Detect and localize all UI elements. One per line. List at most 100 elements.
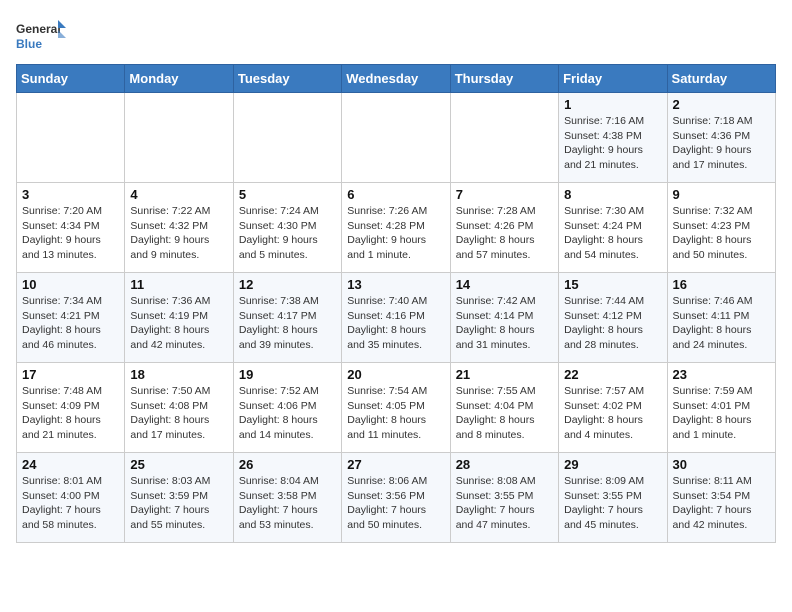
day-cell: 20Sunrise: 7:54 AM Sunset: 4:05 PM Dayli… [342,363,450,453]
day-number: 29 [564,457,661,472]
day-cell: 13 Sunrise: 7:40 AM Sunset: 4:16 PM Dayli… [342,273,450,363]
day-info: Sunrise: 7:26 AM Sunset: 4:28 PM Dayligh… [347,204,444,263]
day-cell: 22 Sunrise: 7:57 AM Sunset: 4:02 PM Dayli… [559,363,667,453]
svg-text:General: General [16,22,61,36]
day-info: Sunrise: 8:01 AM Sunset: 4:00 PM Dayligh… [22,474,119,533]
day-info: Sunrise: 7:57 AM Sunset: 4:02 PM Dayligh… [564,384,661,443]
day-number: 16 [673,277,770,292]
day-cell: 16 Sunrise: 7:46 AM Sunset: 4:11 PM Dayli… [667,273,775,363]
header-cell-saturday: Saturday [667,65,775,93]
day-cell: 2 Sunrise: 7:18 AM Sunset: 4:36 PM Daylig… [667,93,775,183]
day-number: 15 [564,277,661,292]
header-cell-wednesday: Wednesday [342,65,450,93]
day-number: 2 [673,97,770,112]
week-row-4: 24 Sunrise: 8:01 AM Sunset: 4:00 PM Dayli… [17,453,776,543]
day-info: Sunrise: 7:46 AM Sunset: 4:11 PM Dayligh… [673,294,770,353]
header-cell-monday: Monday [125,65,233,93]
day-info: Sunrise: 8:09 AM Sunset: 3:55 PM Dayligh… [564,474,661,533]
day-cell: 23 Sunrise: 7:59 AM Sunset: 4:01 PM Dayli… [667,363,775,453]
day-number: 12 [239,277,336,292]
day-number: 18 [130,367,227,382]
day-number: 23 [673,367,770,382]
day-number: 11 [130,277,227,292]
day-number: 27 [347,457,444,472]
day-number: 22 [564,367,661,382]
day-number: 8 [564,187,661,202]
day-number: 19 [239,367,336,382]
day-number: 7 [456,187,553,202]
day-number: 3 [22,187,119,202]
day-cell: 14 Sunrise: 7:42 AM Sunset: 4:14 PM Dayli… [450,273,558,363]
day-number: 4 [130,187,227,202]
day-number: 10 [22,277,119,292]
day-cell: 25 Sunrise: 8:03 AM Sunset: 3:59 PM Dayli… [125,453,233,543]
logo: General Blue [16,16,66,56]
day-cell: 21Sunrise: 7:55 AM Sunset: 4:04 PM Dayli… [450,363,558,453]
day-number: 24 [22,457,119,472]
day-info: Sunrise: 7:40 AM Sunset: 4:16 PM Dayligh… [347,294,444,353]
day-cell: 17 Sunrise: 7:48 AM Sunset: 4:09 PM Dayli… [17,363,125,453]
day-info: Sunrise: 7:55 AM Sunset: 4:04 PM Dayligh… [456,384,553,443]
week-row-1: 3 Sunrise: 7:20 AM Sunset: 4:34 PM Daylig… [17,183,776,273]
day-number: 20 [347,367,444,382]
day-info: Sunrise: 7:24 AM Sunset: 4:30 PM Dayligh… [239,204,336,263]
day-number: 30 [673,457,770,472]
day-info: Sunrise: 7:20 AM Sunset: 4:34 PM Dayligh… [22,204,119,263]
day-info: Sunrise: 7:32 AM Sunset: 4:23 PM Dayligh… [673,204,770,263]
day-number: 17 [22,367,119,382]
day-info: Sunrise: 7:36 AM Sunset: 4:19 PM Dayligh… [130,294,227,353]
day-info: Sunrise: 7:52 AM Sunset: 4:06 PM Dayligh… [239,384,336,443]
day-info: Sunrise: 8:08 AM Sunset: 3:55 PM Dayligh… [456,474,553,533]
day-info: Sunrise: 7:22 AM Sunset: 4:32 PM Dayligh… [130,204,227,263]
day-cell: 19 Sunrise: 7:52 AM Sunset: 4:06 PM Dayli… [233,363,341,453]
day-info: Sunrise: 7:59 AM Sunset: 4:01 PM Dayligh… [673,384,770,443]
logo-svg: General Blue [16,16,66,56]
day-cell [450,93,558,183]
day-cell: 29 Sunrise: 8:09 AM Sunset: 3:55 PM Dayli… [559,453,667,543]
day-info: Sunrise: 8:11 AM Sunset: 3:54 PM Dayligh… [673,474,770,533]
week-row-0: 1 Sunrise: 7:16 AM Sunset: 4:38 PM Daylig… [17,93,776,183]
day-cell: 11 Sunrise: 7:36 AM Sunset: 4:19 PM Dayli… [125,273,233,363]
header-row: SundayMondayTuesdayWednesdayThursdayFrid… [17,65,776,93]
day-number: 25 [130,457,227,472]
week-row-2: 10Sunrise: 7:34 AM Sunset: 4:21 PM Dayli… [17,273,776,363]
day-number: 5 [239,187,336,202]
day-info: Sunrise: 7:42 AM Sunset: 4:14 PM Dayligh… [456,294,553,353]
day-number: 1 [564,97,661,112]
day-info: Sunrise: 7:48 AM Sunset: 4:09 PM Dayligh… [22,384,119,443]
day-number: 13 [347,277,444,292]
day-info: Sunrise: 7:30 AM Sunset: 4:24 PM Dayligh… [564,204,661,263]
day-info: Sunrise: 8:06 AM Sunset: 3:56 PM Dayligh… [347,474,444,533]
day-cell: 18 Sunrise: 7:50 AM Sunset: 4:08 PM Dayli… [125,363,233,453]
day-cell: 15 Sunrise: 7:44 AM Sunset: 4:12 PM Dayli… [559,273,667,363]
day-cell: 28 Sunrise: 8:08 AM Sunset: 3:55 PM Dayli… [450,453,558,543]
day-cell: 30 Sunrise: 8:11 AM Sunset: 3:54 PM Dayli… [667,453,775,543]
day-number: 28 [456,457,553,472]
day-info: Sunrise: 7:18 AM Sunset: 4:36 PM Dayligh… [673,114,770,173]
header-cell-thursday: Thursday [450,65,558,93]
day-cell: 4 Sunrise: 7:22 AM Sunset: 4:32 PM Daylig… [125,183,233,273]
day-info: Sunrise: 8:03 AM Sunset: 3:59 PM Dayligh… [130,474,227,533]
day-info: Sunrise: 7:44 AM Sunset: 4:12 PM Dayligh… [564,294,661,353]
day-info: Sunrise: 7:50 AM Sunset: 4:08 PM Dayligh… [130,384,227,443]
day-number: 6 [347,187,444,202]
day-cell: 6 Sunrise: 7:26 AM Sunset: 4:28 PM Daylig… [342,183,450,273]
day-cell: 3 Sunrise: 7:20 AM Sunset: 4:34 PM Daylig… [17,183,125,273]
day-info: Sunrise: 8:04 AM Sunset: 3:58 PM Dayligh… [239,474,336,533]
day-cell: 7 Sunrise: 7:28 AM Sunset: 4:26 PM Daylig… [450,183,558,273]
day-cell [125,93,233,183]
day-cell [342,93,450,183]
day-cell: 12Sunrise: 7:38 AM Sunset: 4:17 PM Dayli… [233,273,341,363]
header-cell-friday: Friday [559,65,667,93]
day-cell: 27 Sunrise: 8:06 AM Sunset: 3:56 PM Dayli… [342,453,450,543]
day-info: Sunrise: 7:16 AM Sunset: 4:38 PM Dayligh… [564,114,661,173]
header: General Blue [16,16,776,56]
day-number: 14 [456,277,553,292]
day-info: Sunrise: 7:28 AM Sunset: 4:26 PM Dayligh… [456,204,553,263]
day-cell: 5 Sunrise: 7:24 AM Sunset: 4:30 PM Daylig… [233,183,341,273]
day-cell: 24 Sunrise: 8:01 AM Sunset: 4:00 PM Dayli… [17,453,125,543]
day-cell: 9 Sunrise: 7:32 AM Sunset: 4:23 PM Daylig… [667,183,775,273]
day-number: 9 [673,187,770,202]
day-cell [17,93,125,183]
day-cell: 1 Sunrise: 7:16 AM Sunset: 4:38 PM Daylig… [559,93,667,183]
